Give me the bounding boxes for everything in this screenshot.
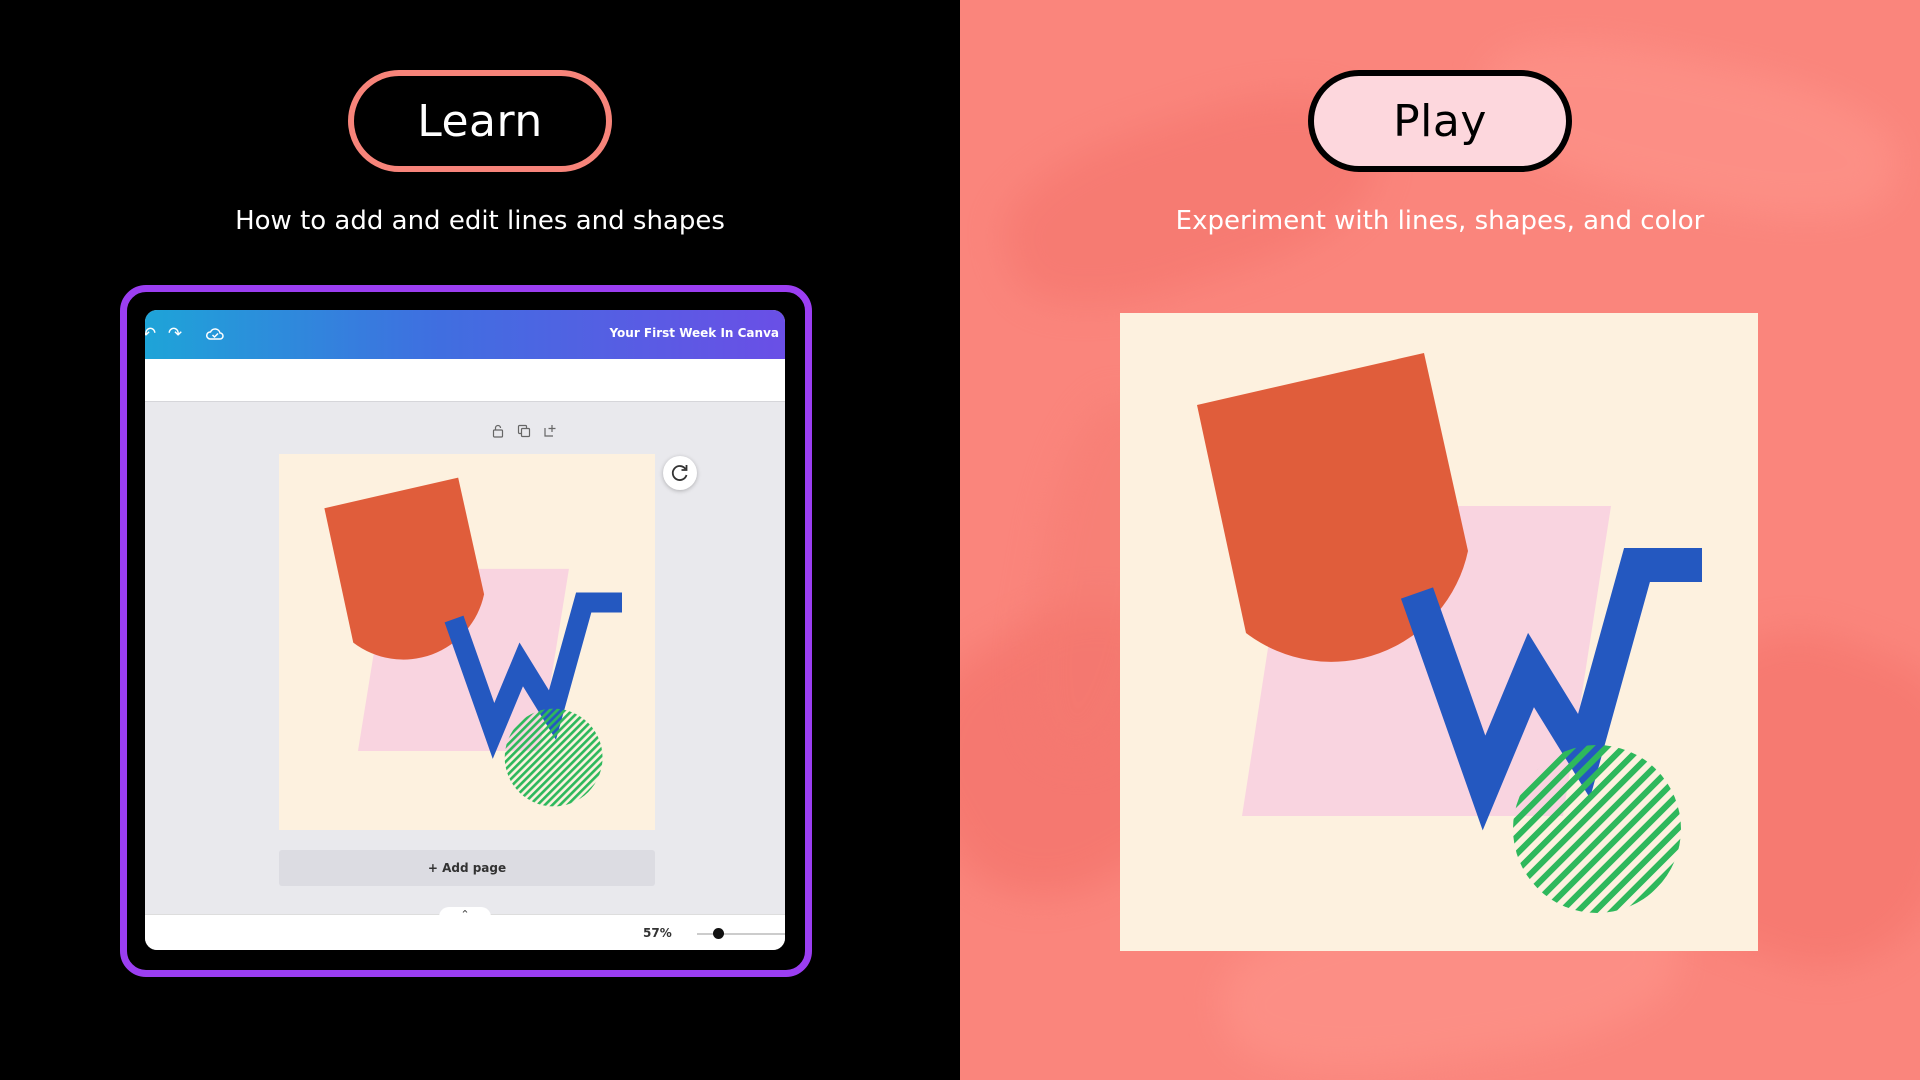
green-striped-circle (1513, 745, 1681, 913)
add-page-button[interactable]: + Add page (279, 850, 655, 886)
tablet-frame: ↶ ↷ Your First Week In Canva + Add page … (120, 285, 812, 977)
undo-icon[interactable]: ↶ (145, 324, 159, 344)
zoom-level: 57% (643, 926, 672, 940)
play-artwork[interactable] (1120, 313, 1758, 951)
green-striped-circle (504, 708, 603, 807)
duplicate-icon[interactable] (517, 424, 535, 442)
design-page-thumbnail[interactable] (279, 454, 655, 830)
zoom-slider-handle[interactable] (713, 928, 724, 939)
learn-pill: Learn (348, 70, 612, 172)
add-page-icon[interactable] (543, 424, 561, 442)
lock-icon[interactable] (491, 424, 509, 442)
editor-toolbar (145, 359, 785, 402)
refresh-icon[interactable] (663, 456, 697, 490)
editor-top-bar: ↶ ↷ Your First Week In Canva (145, 310, 785, 359)
zoom-slider[interactable] (697, 933, 785, 935)
canva-editor-screen: ↶ ↷ Your First Week In Canva + Add page … (145, 310, 785, 950)
document-title[interactable]: Your First Week In Canva (609, 326, 779, 340)
chevron-up-icon[interactable]: ⌃ (439, 907, 491, 923)
redo-icon[interactable]: ↷ (165, 324, 185, 344)
cloud-saved-icon (205, 324, 225, 344)
play-subtitle: Experiment with lines, shapes, and color (1175, 206, 1705, 236)
editor-bottom-bar: ⌃ 57% (145, 907, 785, 950)
play-pill: Play (1308, 70, 1572, 172)
learn-subtitle: How to add and edit lines and shapes (235, 206, 725, 236)
